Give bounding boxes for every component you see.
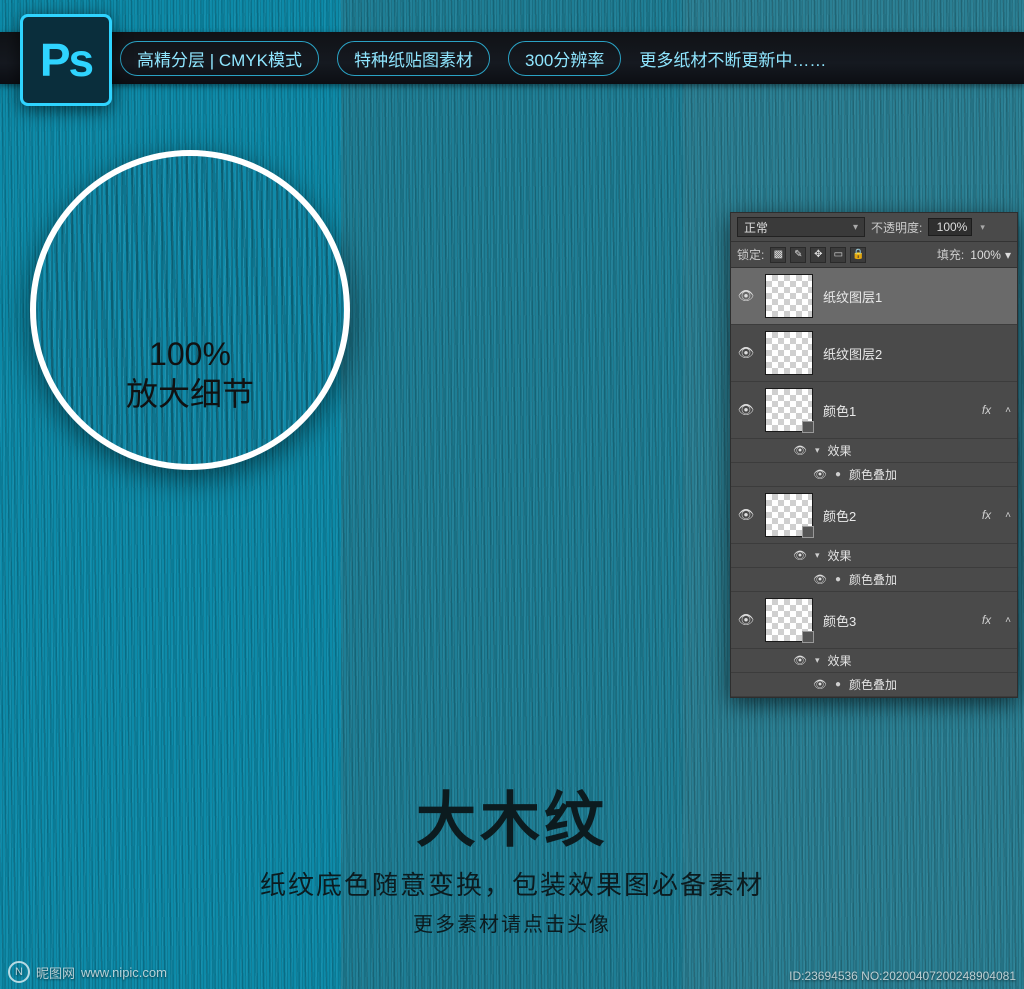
fx-collapse-icon[interactable]: ˄ xyxy=(1005,510,1011,521)
photoshop-icon-text: Ps xyxy=(40,33,92,87)
watermark-logo-icon: N xyxy=(8,961,30,983)
triangle-down-icon: ▾ xyxy=(815,550,820,561)
layers-panel-header-row2: 锁定: ▩ ✎ ✥ ▭ 🔒 填充: 100% ▾ xyxy=(731,242,1017,268)
zoom-line1: 100% xyxy=(36,334,344,374)
fx-effect-name: 颜色叠加 xyxy=(849,466,897,483)
layer-thumbnail[interactable] xyxy=(765,598,813,642)
opacity-label: 不透明度: xyxy=(871,219,922,236)
layer-thumbnail[interactable] xyxy=(765,388,813,432)
layer-row[interactable]: 👁 颜色2 fx ˄ xyxy=(731,487,1017,544)
bottom-title: 大木纹 xyxy=(0,772,1024,859)
fx-collapse-icon[interactable]: ˄ xyxy=(1005,615,1011,626)
bottom-subtitle-2: 更多素材请点击头像 xyxy=(0,908,1024,937)
visibility-eye-icon[interactable]: 👁 xyxy=(793,549,807,562)
layer-name: 颜色1 xyxy=(823,401,972,420)
layer-name: 颜色2 xyxy=(823,506,972,525)
layer-thumbnail[interactable] xyxy=(765,274,813,318)
fill-value[interactable]: 100% xyxy=(970,248,1001,262)
lock-label: 锁定: xyxy=(737,246,764,263)
visibility-eye-icon[interactable]: 👁 xyxy=(813,468,827,481)
opacity-value[interactable]: 100% xyxy=(928,218,972,236)
blend-mode-value: 正常 xyxy=(744,219,768,236)
bullet-icon: ● xyxy=(835,469,841,480)
watermark-right: ID:23694536 NO:20200407200248904081 xyxy=(789,969,1016,983)
fx-effects-row[interactable]: 👁 ▾ 效果 xyxy=(731,649,1017,673)
visibility-eye-icon[interactable]: 👁 xyxy=(737,612,755,628)
fx-effect-name: 颜色叠加 xyxy=(849,571,897,588)
fx-collapse-icon[interactable]: ˄ xyxy=(1005,405,1011,416)
pill-resolution: 300分辨率 xyxy=(508,41,621,76)
photoshop-app-icon: Ps xyxy=(20,14,112,106)
fx-effect-item[interactable]: 👁 ● 颜色叠加 xyxy=(731,463,1017,487)
layer-thumbnail[interactable] xyxy=(765,493,813,537)
mask-corner-icon xyxy=(802,526,814,538)
fx-effect-item[interactable]: 👁 ● 颜色叠加 xyxy=(731,568,1017,592)
lock-transparent-icon[interactable]: ▩ xyxy=(770,247,786,263)
layer-row[interactable]: 👁 颜色3 fx ˄ xyxy=(731,592,1017,649)
lock-move-icon[interactable]: ✥ xyxy=(810,247,826,263)
fx-effects-row[interactable]: 👁 ▾ 效果 xyxy=(731,439,1017,463)
layers-panel-header-row1: 正常 ▾ 不透明度: 100% ▾ xyxy=(731,213,1017,242)
top-trailing-text: 更多纸材不断更新中…… xyxy=(639,46,826,71)
pill-layers-cmyk: 高精分层 | CMYK模式 xyxy=(120,41,319,76)
fill-label: 填充: xyxy=(937,246,964,263)
fx-effect-name: 颜色叠加 xyxy=(849,676,897,693)
fx-badge: fx xyxy=(982,403,991,417)
zoom-caption: 100% 放大细节 xyxy=(36,334,344,414)
zoom-line2: 放大细节 xyxy=(36,374,344,414)
watermark-site-url: www.nipic.com xyxy=(81,965,167,980)
chevron-down-icon: ▾ xyxy=(853,222,858,233)
layer-name: 纸纹图层1 xyxy=(823,287,1011,306)
bottom-subtitle: 纸纹底色随意变换，包装效果图必备素材 xyxy=(0,865,1024,902)
mask-corner-icon xyxy=(802,631,814,643)
bottom-caption: 大木纹 纸纹底色随意变换，包装效果图必备素材 更多素材请点击头像 xyxy=(0,772,1024,937)
layers-panel: 正常 ▾ 不透明度: 100% ▾ 锁定: ▩ ✎ ✥ ▭ 🔒 填充: 100%… xyxy=(730,212,1018,698)
watermark-left: N 昵图网 www.nipic.com xyxy=(8,961,167,983)
visibility-eye-icon[interactable]: 👁 xyxy=(813,573,827,586)
watermark-site-cn: 昵图网 xyxy=(36,963,75,982)
layer-row[interactable]: 👁 纸纹图层1 xyxy=(731,268,1017,325)
top-info-bar: 高精分层 | CMYK模式 特种纸贴图素材 300分辨率 更多纸材不断更新中…… xyxy=(0,32,1024,84)
lock-artboard-icon[interactable]: ▭ xyxy=(830,247,846,263)
visibility-eye-icon[interactable]: 👁 xyxy=(737,402,755,418)
blend-mode-dropdown[interactable]: 正常 ▾ xyxy=(737,217,865,237)
fill-dropdown-icon[interactable]: ▾ xyxy=(1005,248,1011,262)
triangle-down-icon: ▾ xyxy=(815,445,820,456)
visibility-eye-icon[interactable]: 👁 xyxy=(813,678,827,691)
fx-effects-label: 效果 xyxy=(828,652,852,669)
lock-brush-icon[interactable]: ✎ xyxy=(790,247,806,263)
layer-row[interactable]: 👁 颜色1 fx ˄ xyxy=(731,382,1017,439)
lock-all-icon[interactable]: 🔒 xyxy=(850,247,866,263)
bullet-icon: ● xyxy=(835,679,841,690)
visibility-eye-icon[interactable]: 👁 xyxy=(793,654,807,667)
pill-paper-texture: 特种纸贴图素材 xyxy=(337,41,490,76)
zoom-detail-circle: 100% 放大细节 xyxy=(30,150,350,470)
fx-badge: fx xyxy=(982,613,991,627)
layer-row[interactable]: 👁 纸纹图层2 xyxy=(731,325,1017,382)
mask-corner-icon xyxy=(802,421,814,433)
visibility-eye-icon[interactable]: 👁 xyxy=(737,288,755,304)
triangle-down-icon: ▾ xyxy=(815,655,820,666)
layer-list: 👁纸纹图层1👁纸纹图层2👁颜色1fx˄👁▾效果👁●颜色叠加👁颜色2fx˄👁▾效果… xyxy=(731,268,1017,697)
layer-thumbnail[interactable] xyxy=(765,331,813,375)
fx-effects-label: 效果 xyxy=(828,442,852,459)
layer-name: 纸纹图层2 xyxy=(823,344,1011,363)
visibility-eye-icon[interactable]: 👁 xyxy=(737,507,755,523)
layer-name: 颜色3 xyxy=(823,611,972,630)
fx-effects-row[interactable]: 👁 ▾ 效果 xyxy=(731,544,1017,568)
visibility-eye-icon[interactable]: 👁 xyxy=(793,444,807,457)
opacity-dropdown-icon[interactable]: ▾ xyxy=(978,222,987,233)
fx-badge: fx xyxy=(982,508,991,522)
bullet-icon: ● xyxy=(835,574,841,585)
fx-effect-item[interactable]: 👁 ● 颜色叠加 xyxy=(731,673,1017,697)
visibility-eye-icon[interactable]: 👁 xyxy=(737,345,755,361)
fx-effects-label: 效果 xyxy=(828,547,852,564)
